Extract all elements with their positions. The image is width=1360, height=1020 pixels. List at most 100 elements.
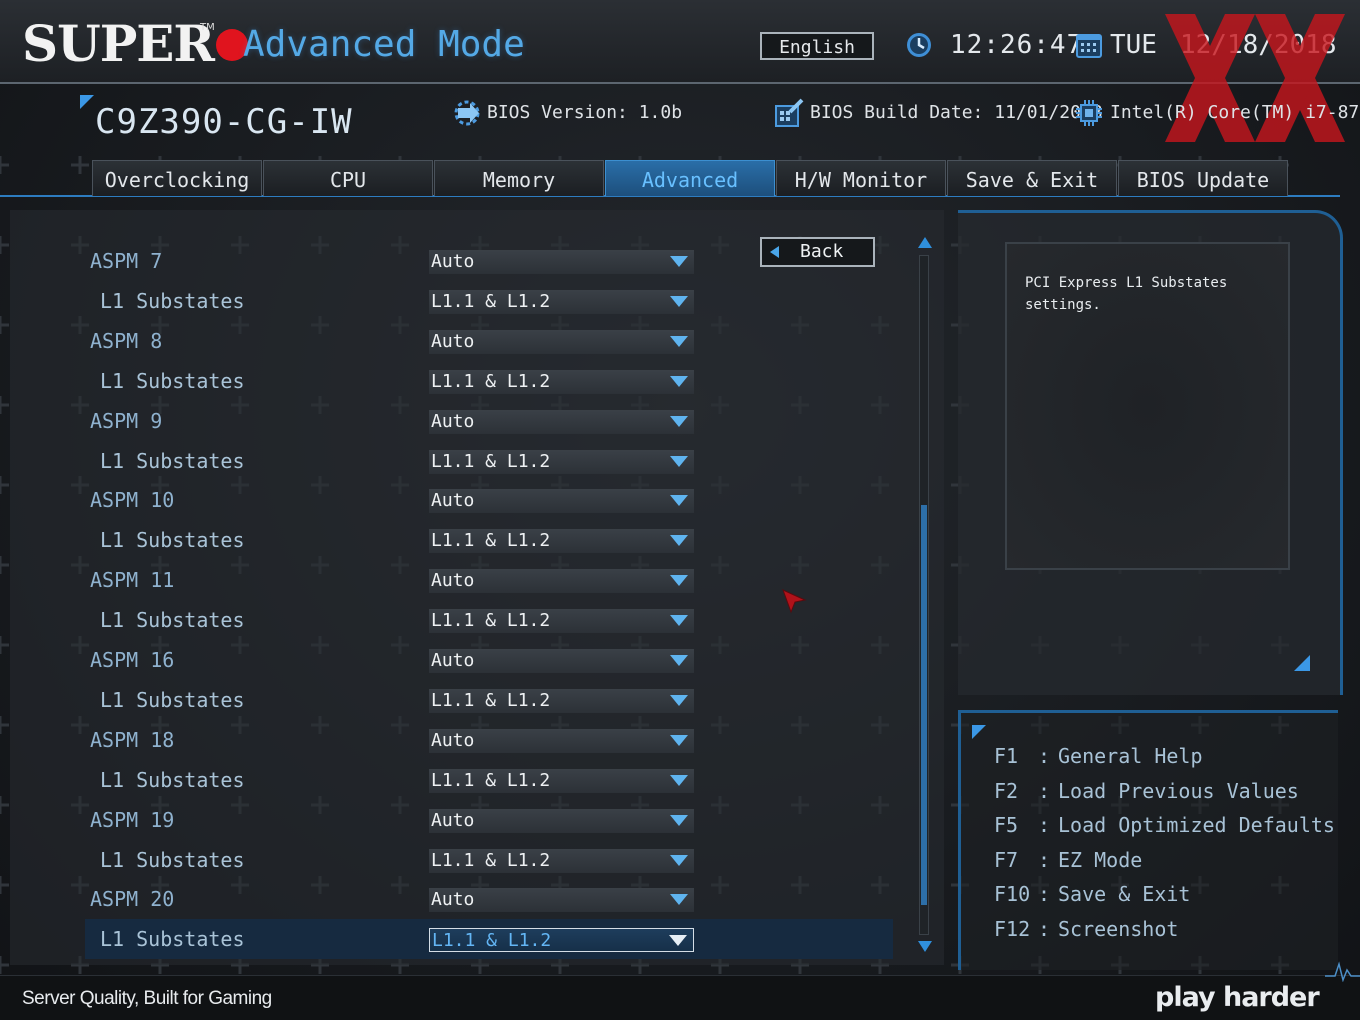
tab-overclocking[interactable]: Overclocking <box>92 160 262 196</box>
setting-label: ASPM 20 <box>90 887 175 911</box>
setting-label: ASPM 11 <box>90 568 175 592</box>
setting-label: L1 Substates <box>100 927 245 951</box>
chevron-down-icon[interactable] <box>670 495 688 506</box>
setting-row[interactable]: ASPM 18 Auto <box>85 720 893 760</box>
chevron-down-icon[interactable] <box>670 376 688 387</box>
setting-label: ASPM 18 <box>90 728 175 752</box>
logo-text: SUPER <box>22 14 215 73</box>
hotkey-key: F2 <box>994 779 1019 803</box>
footer-bar: Server Quality, Built for Gaming play ha… <box>0 975 1360 1020</box>
setting-dropdown[interactable]: L1.1 & L1.2 <box>429 689 694 713</box>
setting-row[interactable]: L1 Substates L1.1 & L1.2 <box>85 919 893 959</box>
setting-dropdown[interactable]: Auto <box>429 809 694 833</box>
chevron-down-icon[interactable] <box>670 416 688 427</box>
back-button[interactable]: Back <box>760 237 875 267</box>
dropdown-value: L1.1 & L1.2 <box>432 930 552 951</box>
tab-bios-update[interactable]: BIOS Update <box>1118 160 1288 196</box>
setting-dropdown[interactable]: L1.1 & L1.2 <box>429 370 694 394</box>
setting-dropdown[interactable]: Auto <box>429 569 694 593</box>
language-button[interactable]: English <box>760 32 874 60</box>
corner-marker-icon <box>80 95 94 109</box>
bios-build-date: BIOS Build Date: 11/01/2018 <box>810 102 1103 123</box>
chevron-down-icon[interactable] <box>670 855 688 866</box>
setting-row[interactable]: ASPM 19 Auto <box>85 800 893 840</box>
chevron-down-icon[interactable] <box>670 256 688 267</box>
chevron-down-icon[interactable] <box>670 655 688 666</box>
tab-h-w-monitor[interactable]: H/W Monitor <box>776 160 946 196</box>
setting-row[interactable]: L1 Substates L1.1 & L1.2 <box>85 281 893 321</box>
chevron-down-icon[interactable] <box>669 935 687 946</box>
chevron-down-icon[interactable] <box>670 336 688 347</box>
day-display: TUE <box>1110 30 1157 60</box>
setting-row[interactable]: L1 Substates L1.1 & L1.2 <box>85 361 893 401</box>
hotkey-row: F1: General Help <box>994 739 1203 773</box>
chevron-down-icon[interactable] <box>670 296 688 307</box>
hotkey-action: Save & Exit <box>1058 882 1191 906</box>
setting-dropdown[interactable]: L1.1 & L1.2 <box>429 849 694 873</box>
hotkey-separator: : <box>1038 779 1051 803</box>
tab-memory[interactable]: Memory <box>434 160 604 196</box>
setting-dropdown[interactable]: L1.1 & L1.2 <box>429 609 694 633</box>
chevron-down-icon[interactable] <box>670 894 688 905</box>
setting-dropdown[interactable]: L1.1 & L1.2 <box>429 529 694 553</box>
chevron-down-icon[interactable] <box>670 456 688 467</box>
setting-dropdown[interactable]: L1.1 & L1.2 <box>429 769 694 793</box>
chevron-down-icon[interactable] <box>670 615 688 626</box>
setting-dropdown[interactable]: Auto <box>429 410 694 434</box>
chevron-down-icon[interactable] <box>670 815 688 826</box>
setting-row[interactable]: ASPM 11 Auto <box>85 560 893 600</box>
setting-row[interactable]: ASPM 20 Auto <box>85 879 893 919</box>
settings-scrollbar[interactable] <box>916 235 934 957</box>
calendar-icon <box>1076 34 1102 58</box>
setting-label: L1 Substates <box>100 848 245 872</box>
setting-label: L1 Substates <box>100 289 245 313</box>
setting-row[interactable]: ASPM 9 Auto <box>85 401 893 441</box>
setting-label: L1 Substates <box>100 449 245 473</box>
setting-row[interactable]: ASPM 10 Auto <box>85 480 893 520</box>
tab-cpu[interactable]: CPU <box>263 160 433 196</box>
setting-row[interactable]: L1 Substates L1.1 & L1.2 <box>85 760 893 800</box>
setting-dropdown[interactable]: Auto <box>429 888 694 912</box>
setting-row[interactable]: ASPM 16 Auto <box>85 640 893 680</box>
bios-build-date-icon <box>775 98 804 127</box>
setting-dropdown[interactable]: L1.1 & L1.2 <box>429 450 694 474</box>
setting-label: L1 Substates <box>100 768 245 792</box>
setting-label: L1 Substates <box>100 369 245 393</box>
setting-row[interactable]: L1 Substates L1.1 & L1.2 <box>85 600 893 640</box>
main-tabs: Overclocking CPU Memory Advanced H/W Monitor… <box>92 160 1289 196</box>
chevron-down-icon[interactable] <box>670 775 688 786</box>
dropdown-value: Auto <box>431 570 475 591</box>
setting-row[interactable]: L1 Substates L1.1 & L1.2 <box>85 441 893 481</box>
hotkey-key: F7 <box>994 848 1019 872</box>
chevron-down-icon[interactable] <box>670 535 688 546</box>
setting-row[interactable]: L1 Substates L1.1 & L1.2 <box>85 840 893 880</box>
scroll-up-arrow-icon[interactable] <box>918 237 932 248</box>
setting-row[interactable]: L1 Substates L1.1 & L1.2 <box>85 520 893 560</box>
scroll-thumb[interactable] <box>921 505 927 905</box>
hotkey-key: F1 <box>994 744 1019 768</box>
setting-dropdown[interactable]: Auto <box>429 729 694 753</box>
setting-dropdown[interactable]: Auto <box>429 489 694 513</box>
chevron-down-icon[interactable] <box>670 735 688 746</box>
tab-advanced[interactable]: Advanced <box>605 160 775 196</box>
header-bar: SUPER TM Advanced Mode English 12:26:47 … <box>0 0 1360 84</box>
scroll-down-arrow-icon[interactable] <box>918 941 932 952</box>
hotkey-key: F12 <box>994 917 1031 941</box>
mouse-cursor-icon <box>782 589 807 614</box>
setting-dropdown[interactable]: L1.1 & L1.2 <box>429 290 694 314</box>
chevron-down-icon[interactable] <box>670 575 688 586</box>
setting-dropdown[interactable]: Auto <box>429 649 694 673</box>
setting-dropdown[interactable]: L1.1 & L1.2 <box>429 928 694 952</box>
dropdown-value: L1.1 & L1.2 <box>431 770 551 791</box>
setting-row[interactable]: ASPM 8 Auto <box>85 321 893 361</box>
help-text: PCI Express L1 Substates settings. <box>1025 275 1228 313</box>
dropdown-value: Auto <box>431 331 475 352</box>
tab-save-exit[interactable]: Save & Exit <box>947 160 1117 196</box>
cpu-model: Intel(R) Core(TM) i7-8700K <box>1110 102 1360 123</box>
setting-dropdown[interactable]: Auto <box>429 330 694 354</box>
setting-dropdown[interactable]: Auto <box>429 250 694 274</box>
dropdown-value: L1.1 & L1.2 <box>431 371 551 392</box>
dropdown-value: L1.1 & L1.2 <box>431 850 551 871</box>
chevron-down-icon[interactable] <box>670 695 688 706</box>
setting-row[interactable]: L1 Substates L1.1 & L1.2 <box>85 680 893 720</box>
